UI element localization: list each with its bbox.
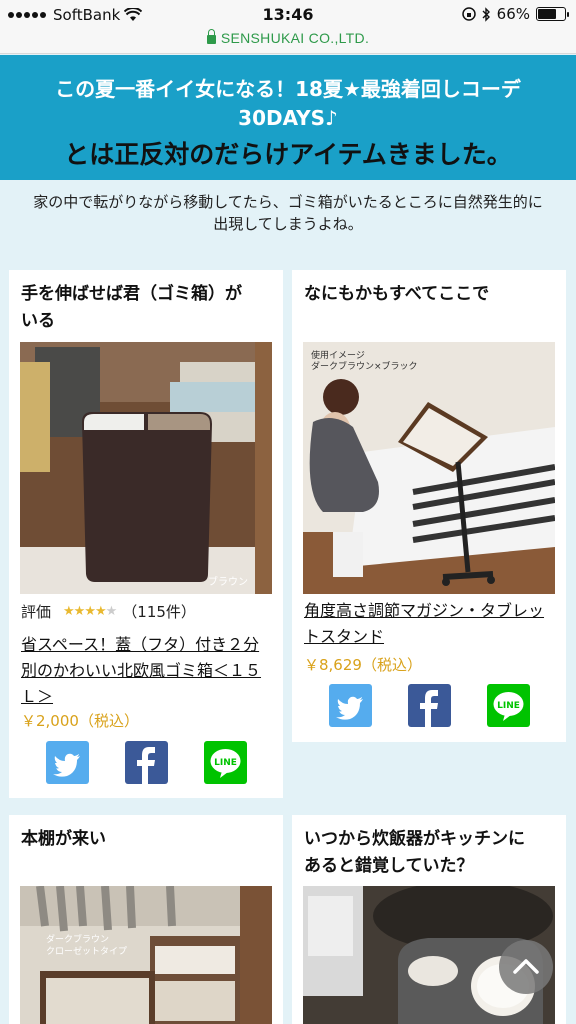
facebook-icon <box>136 747 155 784</box>
scroll-to-top-button[interactable] <box>499 940 553 994</box>
share-buttons: LINE <box>9 741 283 784</box>
product-image-trash-can[interactable]: ブラウン <box>20 342 272 594</box>
trash-can-illustration <box>20 342 272 594</box>
twitter-icon <box>335 696 363 720</box>
twitter-share-button[interactable] <box>45 741 89 784</box>
product-link[interactable]: 省スペース！蓋（フタ）付き２分 別のかわいい北欧風ゴミ箱＜１５ Ｌ＞ <box>21 632 273 710</box>
rating-stars: ★★★★★ <box>63 604 117 619</box>
line-share-button[interactable]: LINE <box>486 684 530 727</box>
status-icons: 66% <box>461 5 569 23</box>
orientation-lock-icon <box>461 7 476 21</box>
url-bar[interactable]: SENSHUKAI CO.,LTD. <box>0 28 576 54</box>
bluetooth-icon <box>482 6 490 22</box>
facebook-share-button[interactable] <box>407 684 451 727</box>
banner-line2: 30DAYS♪ <box>238 106 338 130</box>
facebook-icon <box>419 690 438 727</box>
intro-line1: 家の中で転がりながら移動してたら、ゴミ箱がいたるところに自然発生的に <box>33 193 543 211</box>
card-title-line: あると錯覚していた？ <box>304 856 474 876</box>
rating-count: （115件） <box>122 603 196 621</box>
product-card: 本棚が来い ダークブラウン クローゼットタイプ <box>9 815 283 1024</box>
banner-title: とは正反対のだらけアイテムきました。 <box>64 140 512 169</box>
facebook-share-button[interactable] <box>124 741 168 784</box>
product-price: ￥2,000（税込） <box>21 712 139 730</box>
banner-line1: この夏一番イイ女になる！18夏★最強着回しコーデ <box>55 77 521 101</box>
product-link-line[interactable]: 角度高さ調節マガジン・タブレッ <box>304 598 556 624</box>
rating-label: 評価 <box>21 603 52 621</box>
url-domain[interactable]: SENSHUKAI CO.,LTD. <box>221 30 369 46</box>
product-link-line[interactable]: Ｌ＞ <box>21 684 273 710</box>
card-title-line: 手を伸ばせば君（ゴミ箱）が <box>21 284 242 304</box>
status-bar: SoftBank 13:46 66% <box>0 0 576 28</box>
product-link-line[interactable]: 別のかわいい北欧風ゴミ箱＜１５ <box>21 658 273 684</box>
product-image-bookshelf[interactable]: ダークブラウン クローゼットタイプ <box>20 886 272 1024</box>
product-link[interactable]: 角度高さ調節マガジン・タブレッ トスタンド <box>304 598 556 650</box>
card-title: いつから炊飯器がキッチンに あると錯覚していた？ <box>304 826 554 880</box>
card-title: 手を伸ばせば君（ゴミ箱）が いる <box>21 281 271 335</box>
svg-text:LINE: LINE <box>214 758 237 768</box>
product-card: 手を伸ばせば君（ゴミ箱）が いる ブラウン 評価 ★★★★★ （115件） 省ス… <box>9 270 283 798</box>
card-title-line: 本棚が来い <box>21 829 106 849</box>
intro-line2: 出現してしまうよね。 <box>213 215 363 233</box>
battery-icon <box>536 7 569 21</box>
product-price: ￥8,629（税込） <box>304 656 422 674</box>
photo-caption: クローゼットタイプ <box>46 947 128 957</box>
intro-text: 家の中で転がりながら移動してたら、ゴミ箱がいたるところに自然発生的に 出現してし… <box>0 191 576 235</box>
line-share-button[interactable]: LINE <box>203 741 247 784</box>
card-title: なにもかもすべてここで <box>304 281 554 308</box>
chevron-up-icon <box>513 959 539 974</box>
card-title: 本棚が来い <box>21 826 271 853</box>
twitter-share-button[interactable] <box>328 684 372 727</box>
share-buttons: LINE <box>292 684 566 727</box>
lock-icon <box>206 29 216 44</box>
twitter-icon <box>52 753 80 777</box>
photo-caption: ダークブラウン×ブラック <box>311 362 418 372</box>
product-image-tablet-stand[interactable]: 使用イメージ ダークブラウン×ブラック <box>303 342 555 594</box>
line-icon: LINE <box>210 749 240 778</box>
product-card: なにもかもすべてここで 使用イメージ ダークブラウン×ブラック 角度高さ調節マガ… <box>292 270 566 742</box>
tablet-stand-illustration <box>303 342 555 594</box>
product-link-line[interactable]: 省スペース！蓋（フタ）付き２分 <box>21 632 273 658</box>
card-title-line: なにもかもすべてここで <box>304 284 490 304</box>
article-banner: この夏一番イイ女になる！18夏★最強着回しコーデ 30DAYS♪ とは正反対のだ… <box>0 55 576 180</box>
card-title-line: いつから炊飯器がキッチンに <box>304 829 525 849</box>
svg-text:LINE: LINE <box>497 701 520 711</box>
line-icon: LINE <box>493 692 523 721</box>
rating: 評価 ★★★★★ （115件） <box>21 601 196 622</box>
product-link-line[interactable]: トスタンド <box>304 624 556 650</box>
card-title-line: いる <box>21 311 55 331</box>
photo-caption: ブラウン <box>208 577 248 588</box>
battery-percent: 66% <box>496 5 530 23</box>
